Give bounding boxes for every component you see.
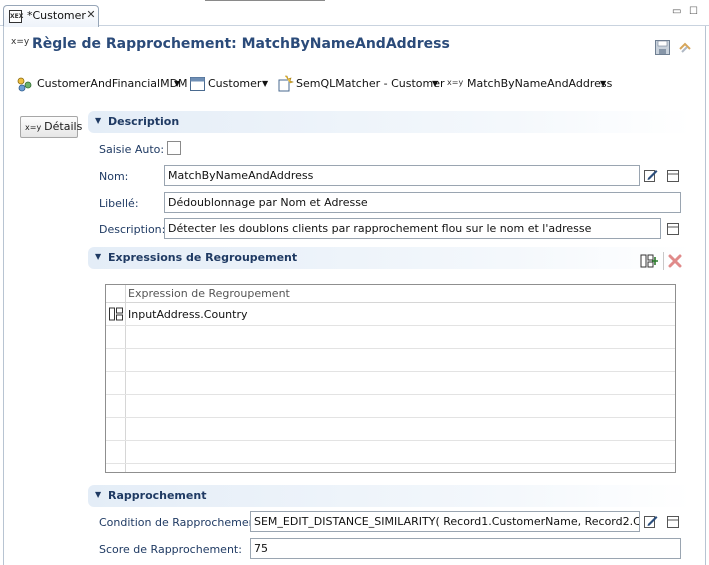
rule-type-icon: x=y — [11, 37, 30, 47]
rule-type-icon: x=y — [25, 123, 42, 132]
rule-icon: x=y — [447, 78, 464, 87]
name-label: Nom: — [99, 170, 129, 183]
description-field[interactable]: Détecter les doublons clients par rappro… — [164, 218, 661, 239]
auto-checkbox[interactable] — [167, 141, 181, 155]
score-label: Score de Rapprochement: — [99, 543, 242, 556]
note-icon[interactable] — [667, 223, 679, 235]
collapse-arrow-icon[interactable]: ▼ — [95, 490, 101, 499]
table-row[interactable] — [106, 372, 675, 395]
breadcrumb-matcher[interactable]: SemQLMatcher - Customer — [296, 77, 445, 93]
note-icon[interactable] — [667, 516, 679, 528]
breadcrumb-model[interactable]: CustomerAndFinancialMDM — [37, 77, 188, 93]
table-row[interactable] — [106, 418, 675, 441]
chevron-down-icon[interactable]: ▼ — [262, 79, 268, 88]
close-icon[interactable]: ✕ — [85, 9, 97, 21]
collapse-arrow-icon[interactable]: ▼ — [95, 252, 101, 261]
edit-icon[interactable] — [644, 514, 658, 528]
section-title: Expressions de Regroupement — [108, 251, 298, 264]
score-field[interactable]: 75 — [250, 538, 681, 559]
toolbar-divider — [663, 252, 664, 270]
tab-strip-divider — [205, 0, 325, 1]
chevron-down-icon[interactable]: ▼ — [432, 79, 438, 88]
entity-icon — [190, 77, 205, 91]
tab-customer[interactable]: XEX *Customer ✕ — [3, 5, 99, 27]
description-label: Description: — [99, 223, 166, 236]
expression-icon — [109, 307, 123, 321]
table-row[interactable] — [106, 441, 675, 464]
model-icon — [17, 77, 32, 92]
table-row[interactable] — [106, 326, 675, 349]
editor-tab-strip — [0, 0, 709, 26]
details-button-label: Détails — [44, 120, 83, 133]
name-field[interactable]: MatchByNameAndAddress — [164, 165, 640, 186]
table-row[interactable] — [106, 349, 675, 372]
auto-label: Saisie Auto: — [99, 143, 165, 156]
label-field[interactable]: Dédoublonnage par Nom et Adresse — [164, 192, 681, 213]
note-icon[interactable] — [667, 170, 679, 182]
section-title: Description — [108, 115, 180, 128]
breadcrumb-rule[interactable]: MatchByNameAndAddress — [467, 77, 612, 93]
revert-icon[interactable] — [677, 39, 693, 55]
breadcrumb-entity[interactable]: Customer — [208, 77, 261, 93]
condition-field[interactable]: SEM_EDIT_DISTANCE_SIMILARITY( Record1.Cu… — [250, 511, 640, 532]
tab-label: *Customer — [27, 9, 86, 22]
section-grouping[interactable]: ▼ Expressions de Regroupement — [88, 247, 691, 269]
section-matching[interactable]: ▼ Rapprochement — [88, 485, 691, 507]
column-header: Expression de Regroupement — [128, 287, 290, 300]
table-row[interactable] — [106, 395, 675, 418]
section-title: Rapprochement — [108, 489, 207, 502]
delete-icon[interactable] — [668, 254, 682, 268]
table-row[interactable]: InputAddress.Country — [106, 303, 675, 326]
edit-icon[interactable] — [644, 168, 658, 182]
save-icon[interactable] — [655, 40, 670, 55]
entity-editor-icon: XEX — [9, 10, 23, 23]
minimize-icon[interactable]: ▭ — [672, 7, 684, 17]
page-title: Règle de Rapprochement: MatchByNameAndAd… — [32, 36, 450, 52]
table-cell: InputAddress.Country — [128, 308, 248, 321]
section-description[interactable]: ▼ Description — [88, 111, 691, 133]
label-label: Libellé: — [99, 197, 139, 210]
details-button[interactable]: x=y Détails — [20, 116, 82, 138]
grouping-table: Expression de Regroupement InputAddress.… — [105, 284, 676, 473]
add-expression-icon[interactable] — [640, 253, 658, 269]
matcher-icon — [278, 75, 294, 92]
chevron-down-icon[interactable]: ▼ — [600, 79, 606, 88]
chevron-down-icon[interactable]: ▼ — [174, 79, 180, 88]
table-header: Expression de Regroupement — [106, 285, 675, 303]
collapse-arrow-icon[interactable]: ▼ — [95, 116, 101, 125]
maximize-icon[interactable]: ☐ — [689, 7, 701, 17]
condition-label: Condition de Rapprochement: — [99, 516, 264, 529]
